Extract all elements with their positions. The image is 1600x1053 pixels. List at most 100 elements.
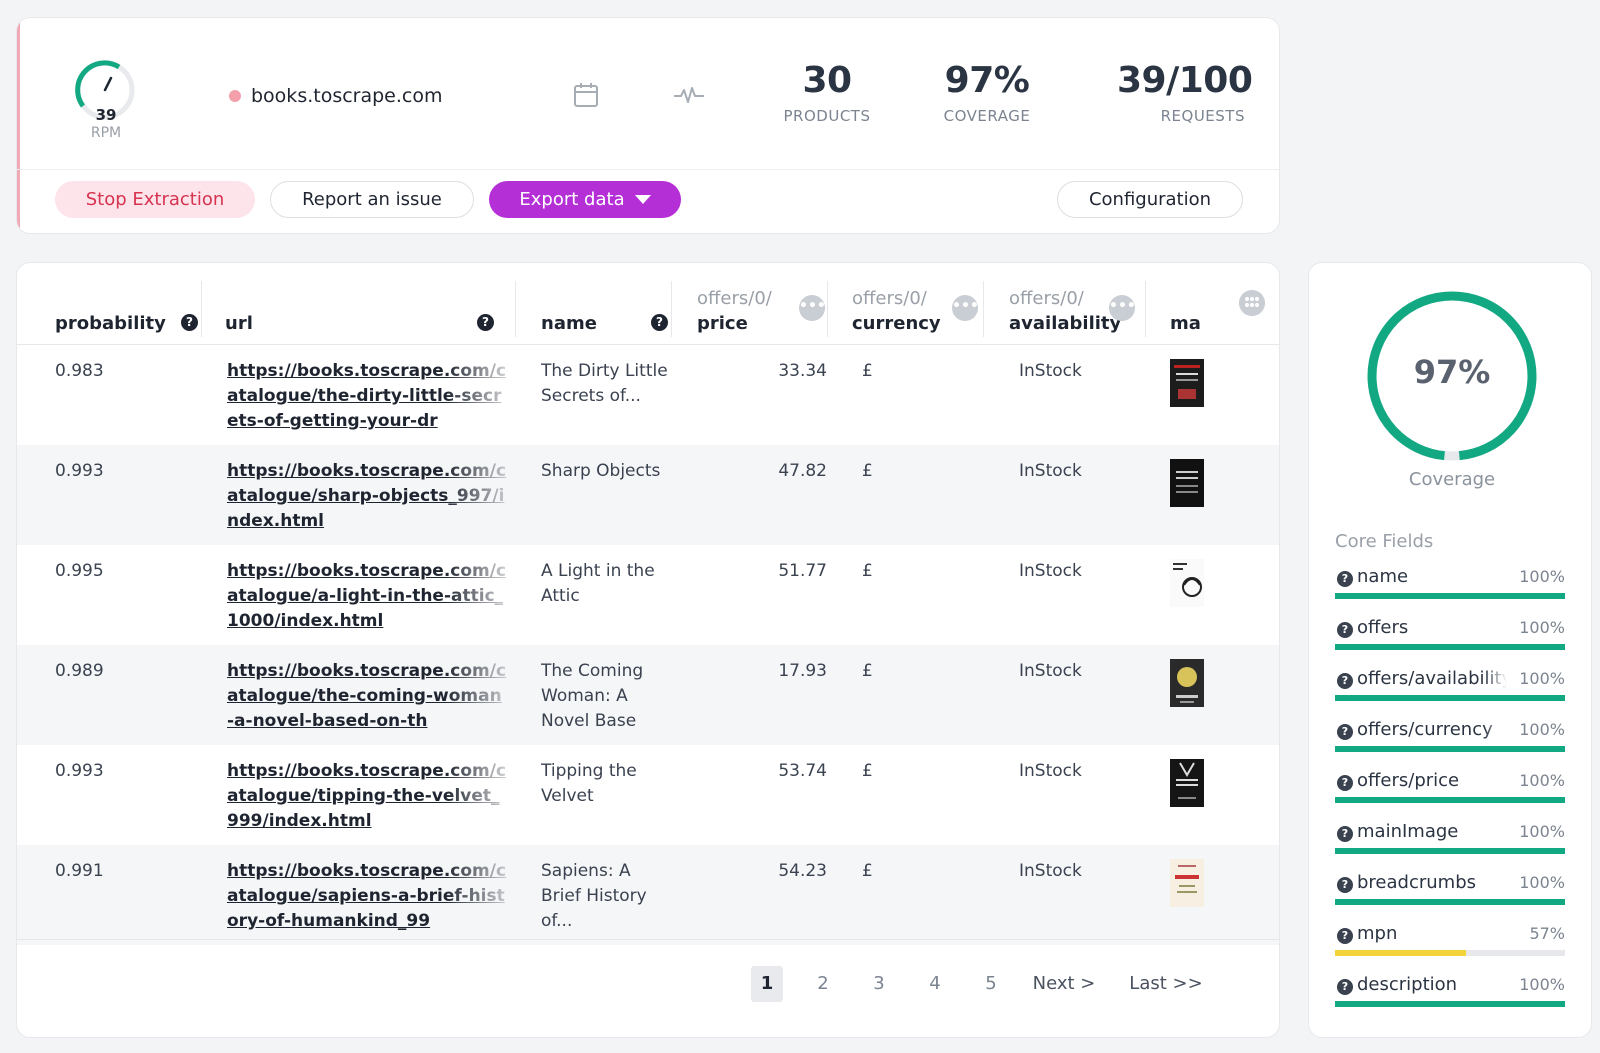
core-field-percent: 100% <box>1519 618 1565 637</box>
help-icon[interactable]: ? <box>1337 826 1353 842</box>
column-url[interactable]: url ? <box>225 283 515 341</box>
column-label: url <box>225 313 253 334</box>
cell-availability: InStock <box>1019 761 1082 781</box>
column-divider[interactable] <box>515 281 516 337</box>
column-probability[interactable]: probability ? <box>55 283 215 341</box>
table-row[interactable]: 0.995 https://books.toscrape.com/catalog… <box>17 545 1279 645</box>
column-label: availability <box>1009 313 1122 334</box>
help-icon[interactable]: ? <box>651 314 668 331</box>
cell-price: 47.82 <box>778 461 827 481</box>
cell-probability: 0.995 <box>55 561 104 581</box>
more-options-icon[interactable]: ••• <box>799 295 826 321</box>
book-cover-thumbnail[interactable] <box>1170 459 1204 507</box>
column-name[interactable]: name ? <box>541 283 671 341</box>
book-cover-thumbnail[interactable] <box>1170 359 1204 407</box>
export-data-label: Export data <box>519 189 625 210</box>
column-offers-availability[interactable]: offers/0/ availability ••• <box>1009 283 1139 341</box>
core-field-progress-track <box>1335 797 1565 803</box>
page-4-button[interactable]: 4 <box>919 966 951 1002</box>
requests-value: 39/100 <box>1117 60 1253 101</box>
pagination: 1 2 3 4 5 Next > Last >> <box>17 939 1279 1037</box>
page-5-button[interactable]: 5 <box>975 966 1007 1002</box>
last-page-button[interactable]: Last >> <box>1123 966 1209 1002</box>
more-options-icon[interactable]: ••• <box>1109 295 1136 321</box>
cell-url-link[interactable]: https://books.toscrape.com/catalogue/sap… <box>227 859 507 934</box>
book-cover-thumbnail[interactable] <box>1170 659 1204 707</box>
help-icon[interactable]: ? <box>1337 724 1353 740</box>
cell-currency: £ <box>862 561 873 581</box>
help-icon[interactable]: ? <box>1337 571 1353 587</box>
book-cover-thumbnail[interactable] <box>1170 859 1204 907</box>
table-row[interactable]: 0.989 https://books.toscrape.com/catalog… <box>17 645 1279 745</box>
help-icon[interactable]: ? <box>477 314 494 331</box>
core-field-percent: 100% <box>1519 975 1565 994</box>
calendar-icon[interactable] <box>572 81 600 109</box>
table-row[interactable]: 0.991 https://books.toscrape.com/catalog… <box>17 845 1279 945</box>
stop-extraction-button[interactable]: Stop Extraction <box>55 181 255 218</box>
table-row[interactable]: 0.993 https://books.toscrape.com/catalog… <box>17 745 1279 845</box>
report-issue-button[interactable]: Report an issue <box>270 181 474 218</box>
column-divider[interactable] <box>983 281 984 337</box>
cell-url-link[interactable]: https://books.toscrape.com/catalogue/the… <box>227 659 507 734</box>
core-field-name: mainImage <box>1357 821 1459 842</box>
next-page-button[interactable]: Next > <box>1023 966 1105 1002</box>
cell-url-link[interactable]: https://books.toscrape.com/catalogue/sha… <box>227 459 507 534</box>
core-field-progress-fill <box>1335 644 1565 650</box>
help-icon[interactable]: ? <box>1337 775 1353 791</box>
core-field-progress-fill <box>1335 797 1565 803</box>
cell-url-link[interactable]: https://books.toscrape.com/catalogue/the… <box>227 359 507 434</box>
book-cover-thumbnail[interactable] <box>1170 759 1204 807</box>
core-field-progress-fill <box>1335 746 1565 752</box>
coverage-label: COVERAGE <box>943 107 1031 125</box>
column-settings-icon[interactable] <box>1239 290 1265 316</box>
configuration-button[interactable]: Configuration <box>1057 181 1243 218</box>
page-2-button[interactable]: 2 <box>807 966 839 1002</box>
cell-name: The Dirty Little Secrets of... <box>541 361 668 406</box>
core-field-progress-track <box>1335 848 1565 854</box>
column-divider[interactable] <box>671 281 672 337</box>
column-divider[interactable] <box>1145 281 1146 337</box>
core-field-name: offers/currency <box>1357 719 1493 740</box>
help-icon[interactable]: ? <box>1337 673 1353 689</box>
core-field-name: offers/availability <box>1357 668 1507 689</box>
site-domain: books.toscrape.com <box>251 85 443 107</box>
column-offers-price[interactable]: offers/0/ price ••• <box>697 283 827 341</box>
core-field-progress-track <box>1335 899 1565 905</box>
column-mainimage[interactable]: ma <box>1170 283 1210 341</box>
table-row[interactable]: 0.993 https://books.toscrape.com/catalog… <box>17 445 1279 545</box>
cell-availability: InStock <box>1019 461 1082 481</box>
stat-requests: 39/100 REQUESTS <box>1117 60 1253 125</box>
cell-availability: InStock <box>1019 861 1082 881</box>
column-divider[interactable] <box>827 281 828 337</box>
products-label: PRODUCTS <box>783 107 871 125</box>
caret-down-icon <box>634 195 651 204</box>
column-divider[interactable] <box>201 281 202 337</box>
cell-probability: 0.983 <box>55 361 104 381</box>
help-icon[interactable]: ? <box>1337 928 1353 944</box>
more-options-icon[interactable]: ••• <box>952 295 979 321</box>
book-cover-thumbnail[interactable] <box>1170 559 1204 607</box>
page-1-button[interactable]: 1 <box>751 966 783 1002</box>
export-data-button[interactable]: Export data <box>489 181 681 218</box>
page-3-button[interactable]: 3 <box>863 966 895 1002</box>
column-offers-currency[interactable]: offers/0/ currency ••• <box>852 283 982 341</box>
core-field-row: ? mpn 57% <box>1335 920 1565 958</box>
core-field-progress-fill <box>1335 593 1565 599</box>
core-field-row: ? offers/price 100% <box>1335 767 1565 805</box>
activity-icon[interactable] <box>673 84 705 108</box>
coverage-value: 97% <box>944 60 1030 101</box>
help-icon[interactable]: ? <box>1337 979 1353 995</box>
help-icon[interactable]: ? <box>1337 877 1353 893</box>
table-header: probability ? url ? name ? offers/0/ pri… <box>17 263 1279 345</box>
cell-url-link[interactable]: https://books.toscrape.com/catalogue/a-l… <box>227 559 507 634</box>
table-row[interactable]: 0.983 https://books.toscrape.com/catalog… <box>17 345 1279 445</box>
cell-name: The Coming Woman: A Novel Base <box>541 661 644 731</box>
cell-currency: £ <box>862 761 873 781</box>
core-field-percent: 100% <box>1519 873 1565 892</box>
help-icon[interactable]: ? <box>181 314 198 331</box>
help-icon[interactable]: ? <box>1337 622 1353 638</box>
core-field-progress-track <box>1335 746 1565 752</box>
cell-url-link[interactable]: https://books.toscrape.com/catalogue/tip… <box>227 759 507 834</box>
core-field-row: ? name 100% <box>1335 563 1565 601</box>
summary-row: 39 RPM books.toscrape.com 30 PRODUCTS 97… <box>17 18 1279 170</box>
